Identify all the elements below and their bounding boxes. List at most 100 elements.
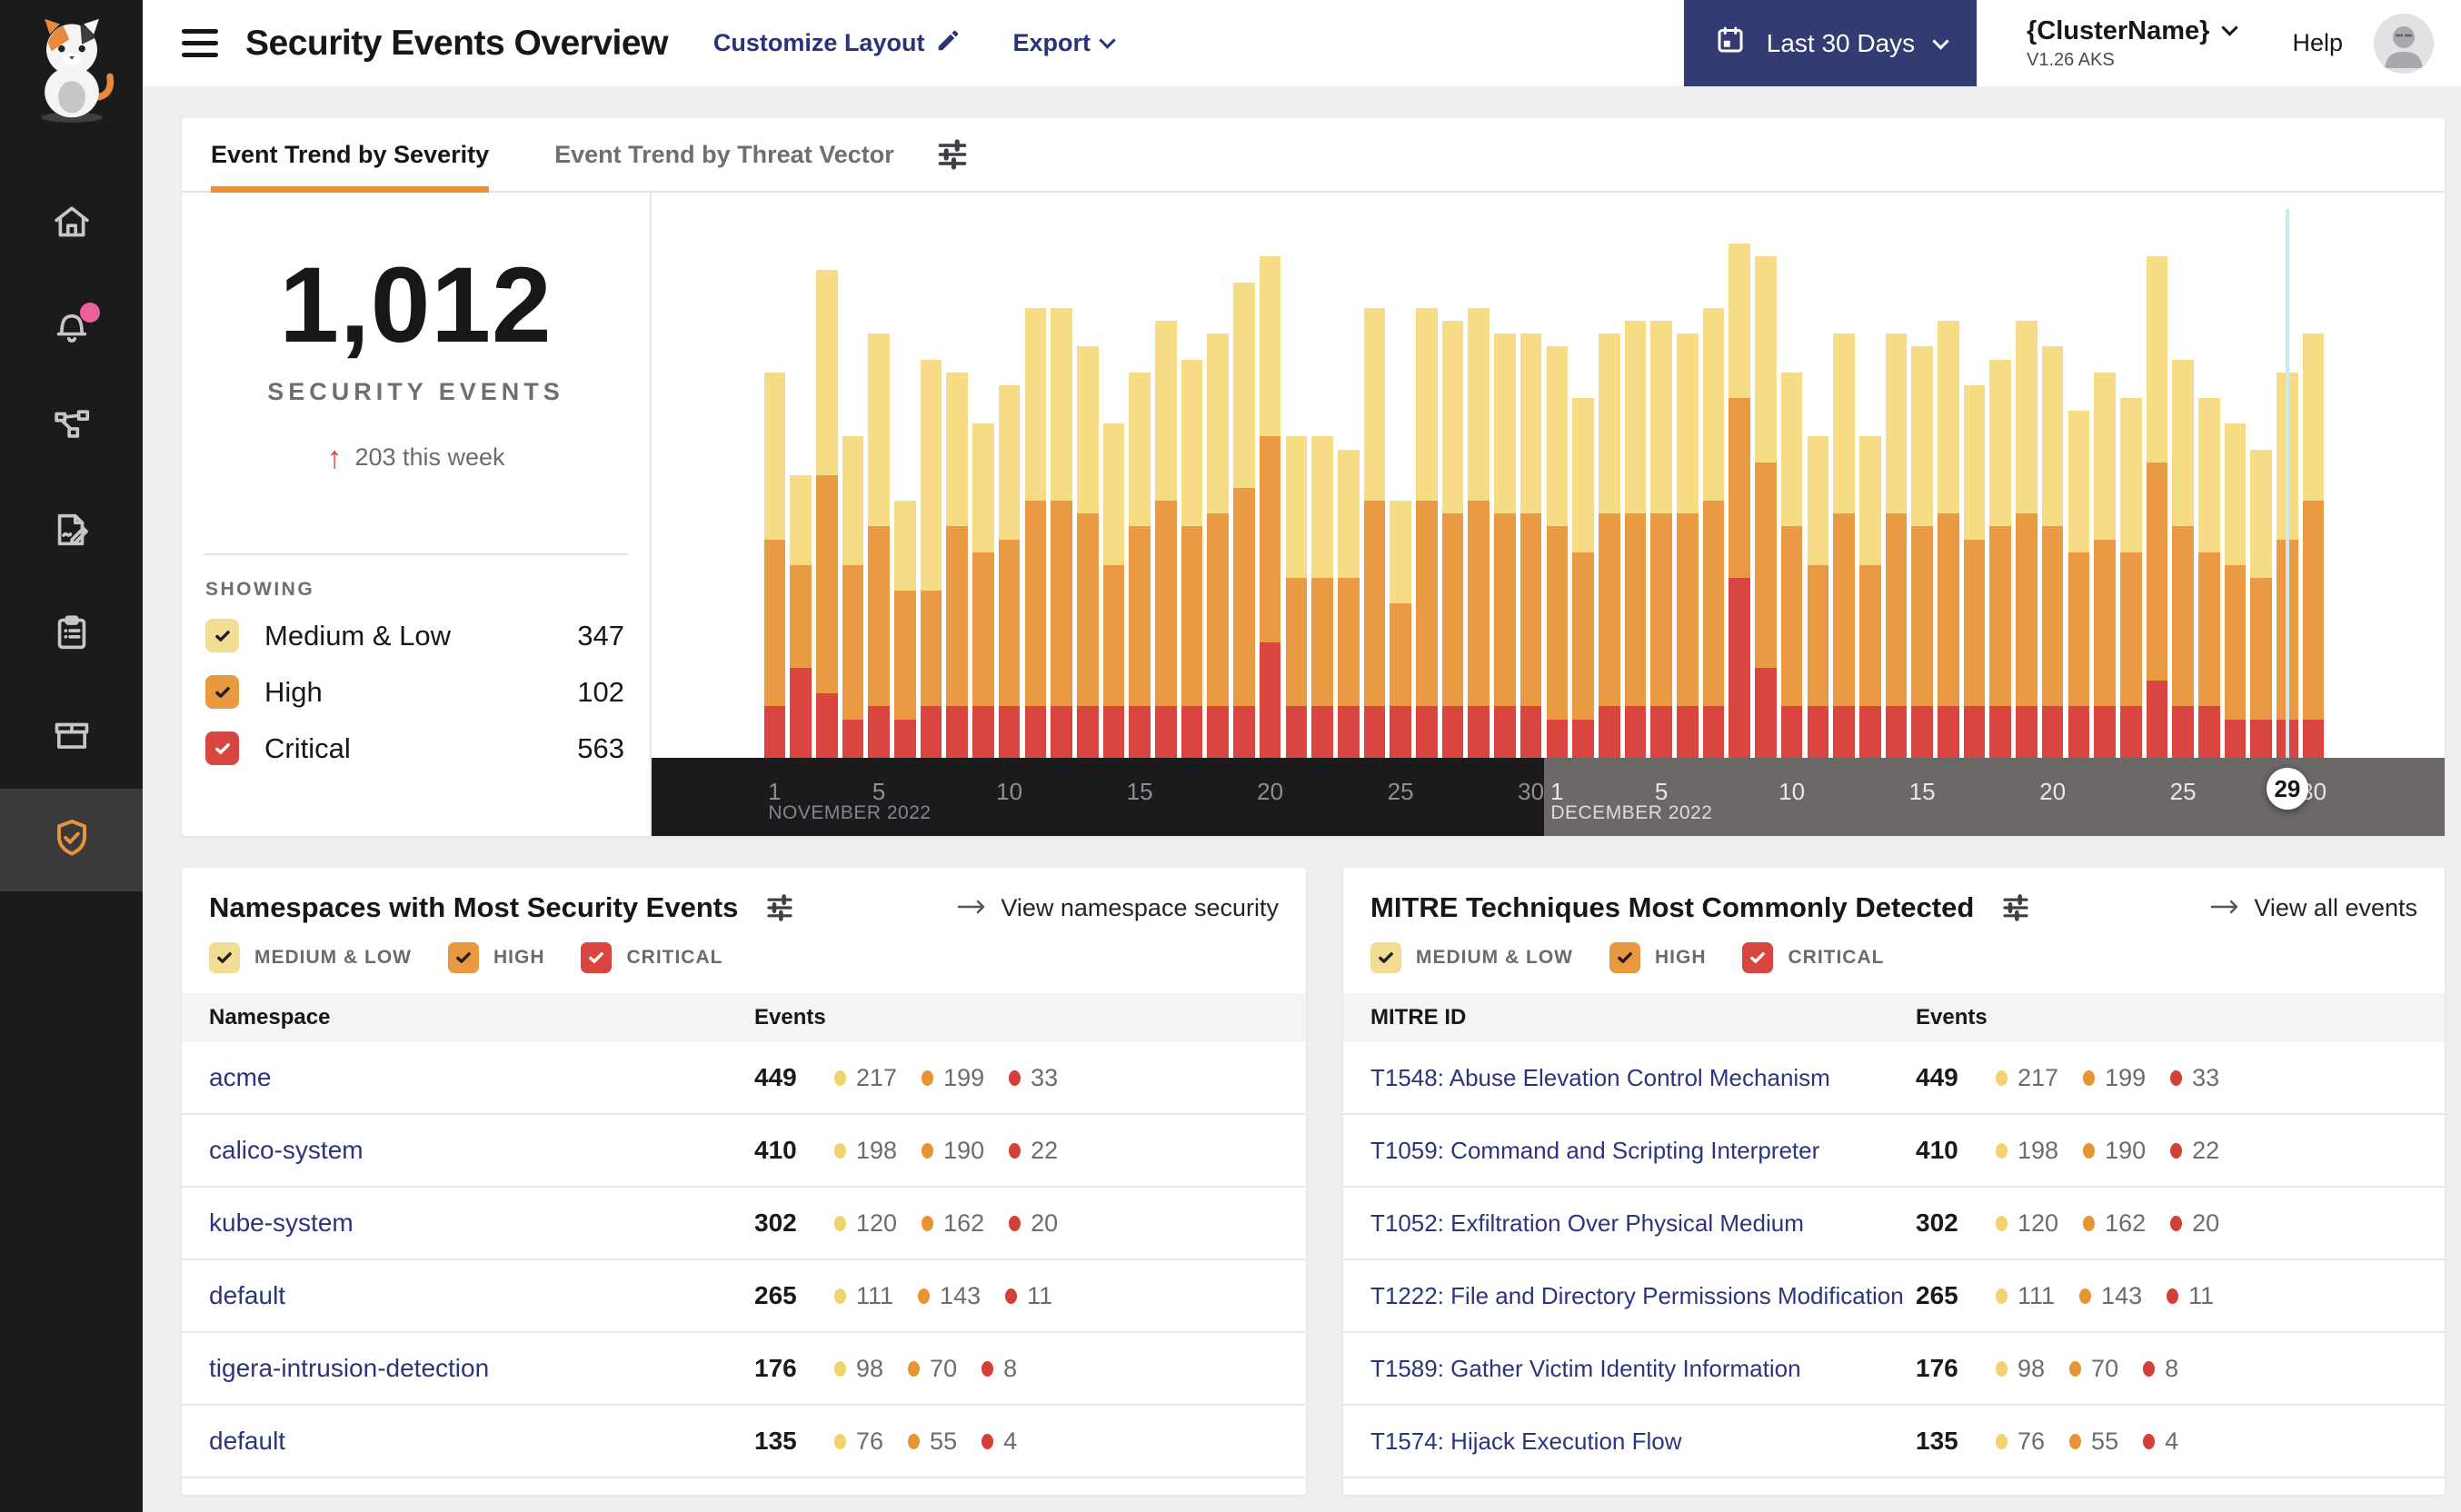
bar-day-14[interactable]: [1102, 423, 1125, 758]
sidebar-item-home[interactable]: [0, 173, 143, 275]
bar-day-20[interactable]: [1259, 256, 1281, 758]
tab-event-trend-by-threat-vector[interactable]: Event Trend by Threat Vector: [554, 118, 894, 191]
sidebar-item-policies[interactable]: [0, 481, 143, 583]
help-link[interactable]: Help: [2292, 29, 2343, 57]
bar-day-53[interactable]: [2119, 398, 2142, 758]
tune-filters-icon[interactable]: [2001, 893, 2030, 922]
bar-day-48[interactable]: [1989, 359, 2012, 758]
checkbox-high[interactable]: [205, 675, 239, 710]
bar-day-16[interactable]: [1155, 321, 1177, 758]
bar-day-42[interactable]: [1833, 333, 1855, 758]
row-link[interactable]: tigera-intrusion-detection: [209, 1354, 489, 1382]
bar-day-30[interactable]: [1519, 333, 1542, 758]
bar-day-37[interactable]: [1702, 308, 1725, 758]
sidebar-item-compliance[interactable]: [0, 583, 143, 686]
bar-day-58[interactable]: [2250, 449, 2273, 758]
chip-medium_low[interactable]: MEDIUM & LOW: [209, 942, 412, 973]
user-avatar[interactable]: [2374, 13, 2434, 74]
checkbox-medium_low[interactable]: [1370, 942, 1401, 973]
checkbox-medium_low[interactable]: [205, 619, 239, 653]
bar-day-9[interactable]: [972, 423, 994, 758]
bar-day-17[interactable]: [1181, 359, 1203, 758]
chart-x-axis[interactable]: 1 5 10 15 20 25 30 NOVEMBER 2022 1 5 10 15 20 25 30 DEC…: [652, 758, 2445, 836]
row-link[interactable]: T1052: Exfiltration Over Physical Medium: [1370, 1209, 1804, 1237]
bar-day-41[interactable]: [1807, 436, 1829, 758]
bar-day-23[interactable]: [1337, 449, 1360, 758]
bar-day-5[interactable]: [868, 333, 890, 758]
tune-filters-icon[interactable]: [765, 893, 794, 922]
bar-day-36[interactable]: [1677, 333, 1699, 758]
bar-day-22[interactable]: [1311, 436, 1333, 758]
bar-day-18[interactable]: [1207, 333, 1230, 758]
checkbox-critical[interactable]: [581, 942, 613, 973]
bar-day-28[interactable]: [1468, 308, 1490, 758]
bar-day-1[interactable]: [763, 372, 786, 758]
bar-day-51[interactable]: [2067, 411, 2090, 758]
bar-day-11[interactable]: [1024, 308, 1047, 758]
chip-medium_low[interactable]: MEDIUM & LOW: [1370, 942, 1573, 973]
row-link[interactable]: default: [209, 1427, 285, 1455]
row-link[interactable]: calico-system: [209, 1136, 364, 1164]
export-button[interactable]: Export: [1012, 29, 1116, 57]
bar-day-19[interactable]: [1233, 282, 1255, 758]
sidebar-item-image-assurance[interactable]: [0, 686, 143, 789]
row-link[interactable]: T1589: Gather Victim Identity Informatio…: [1370, 1355, 1801, 1382]
bar-day-49[interactable]: [2016, 321, 2038, 758]
row-link[interactable]: T1222: File and Directory Permissions Mo…: [1370, 1282, 1904, 1309]
bar-day-55[interactable]: [2172, 359, 2194, 758]
bar-day-32[interactable]: [1572, 398, 1594, 758]
bar-day-44[interactable]: [1885, 333, 1908, 758]
bar-day-31[interactable]: [1546, 346, 1569, 758]
bar-day-47[interactable]: [1963, 384, 1986, 758]
bar-day-45[interactable]: [1911, 346, 1933, 758]
bar-day-15[interactable]: [1129, 372, 1151, 758]
row-link[interactable]: acme: [209, 1063, 271, 1091]
row-link[interactable]: default: [209, 1281, 285, 1309]
bar-day-25[interactable]: [1390, 501, 1411, 758]
chip-critical[interactable]: CRITICAL: [581, 942, 722, 973]
bar-day-57[interactable]: [2224, 423, 2247, 758]
hamburger-menu-icon[interactable]: [182, 29, 218, 57]
bar-day-52[interactable]: [2094, 372, 2116, 758]
tab-event-trend-by-severity[interactable]: Event Trend by Severity: [211, 118, 490, 193]
sidebar-item-threat-defense[interactable]: [0, 789, 143, 891]
chip-critical[interactable]: CRITICAL: [1742, 942, 1884, 973]
bar-day-33[interactable]: [1598, 333, 1620, 758]
bar-day-60[interactable]: [2302, 333, 2325, 758]
checkbox-high[interactable]: [447, 942, 479, 973]
bar-day-27[interactable]: [1441, 321, 1464, 758]
bar-day-29[interactable]: [1494, 333, 1516, 758]
bar-day-56[interactable]: [2198, 398, 2220, 758]
cluster-selector[interactable]: {ClusterName} V1.26 AKS: [2027, 16, 2239, 71]
bar-day-8[interactable]: [946, 372, 969, 758]
row-link[interactable]: T1548: Abuse Elevation Control Mechanism: [1370, 1064, 1830, 1091]
bar-day-4[interactable]: [842, 436, 864, 758]
bar-day-26[interactable]: [1416, 308, 1438, 758]
checkbox-medium_low[interactable]: [209, 942, 240, 973]
chip-high[interactable]: HIGH: [447, 942, 545, 973]
tune-filters-icon[interactable]: [936, 138, 969, 171]
bar-day-7[interactable]: [920, 359, 942, 758]
view-all-events-link[interactable]: View all events: [2210, 894, 2417, 922]
customize-layout-button[interactable]: Customize Layout: [713, 26, 963, 60]
checkbox-critical[interactable]: [1742, 942, 1774, 973]
bar-day-54[interactable]: [2146, 256, 2168, 758]
row-link[interactable]: T1574: Hijack Execution Flow: [1370, 1427, 1681, 1455]
date-range-button[interactable]: Last 30 Days: [1683, 0, 1977, 86]
bar-day-46[interactable]: [1938, 321, 1959, 758]
checkbox-high[interactable]: [1609, 942, 1640, 973]
bar-day-39[interactable]: [1755, 256, 1777, 758]
bar-day-40[interactable]: [1780, 372, 1803, 758]
view-namespace-security-link[interactable]: View namespace security: [957, 894, 1279, 922]
chip-high[interactable]: HIGH: [1609, 942, 1707, 973]
bar-day-21[interactable]: [1285, 436, 1308, 758]
bar-day-10[interactable]: [998, 384, 1021, 758]
bar-day-34[interactable]: [1624, 321, 1647, 758]
bar-day-24[interactable]: [1363, 308, 1386, 758]
bar-day-35[interactable]: [1650, 321, 1672, 758]
row-link[interactable]: kube-system: [209, 1209, 354, 1237]
bar-day-38[interactable]: [1729, 244, 1751, 758]
bar-day-2[interactable]: [790, 474, 812, 758]
row-link[interactable]: T1059: Command and Scripting Interpreter: [1370, 1137, 1819, 1164]
checkbox-critical[interactable]: [205, 731, 239, 766]
